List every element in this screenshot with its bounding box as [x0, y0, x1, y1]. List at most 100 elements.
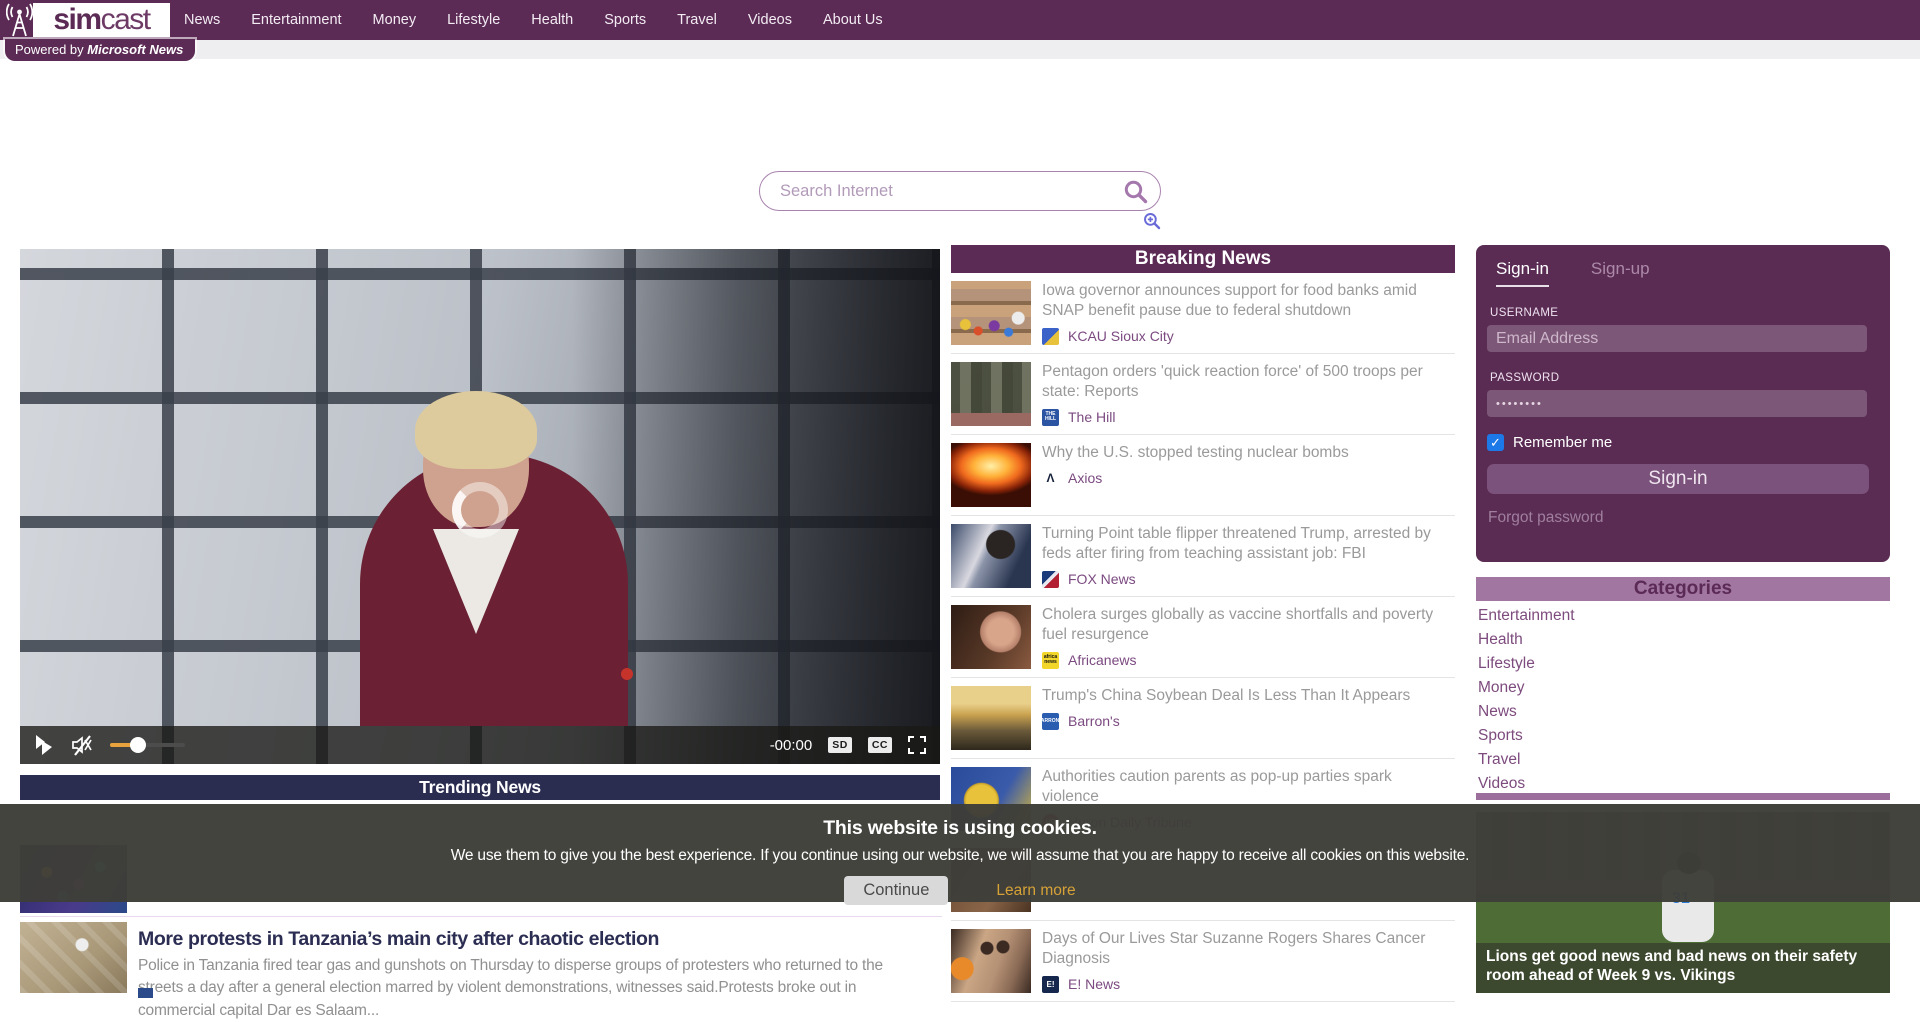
news-item[interactable]: Pentagon orders 'quick reaction force' o…: [951, 354, 1455, 435]
tab-signup[interactable]: Sign-up: [1591, 259, 1650, 287]
brand-logo[interactable]: simcast: [33, 3, 170, 37]
article-source-row: africa newsAfricanews: [1042, 652, 1446, 669]
remember-me-checkbox[interactable]: ✓: [1487, 434, 1504, 451]
category-link-entertainment[interactable]: Entertainment: [1478, 604, 1888, 628]
categories-list: EntertainmentHealthLifestyleMoneyNewsSpo…: [1478, 604, 1888, 796]
source-favicon: Λ: [1042, 470, 1059, 487]
category-link-health[interactable]: Health: [1478, 628, 1888, 652]
source-name[interactable]: The Hill: [1068, 409, 1115, 425]
news-item[interactable]: Cholera surges globally as vaccine short…: [951, 597, 1455, 678]
article-headline[interactable]: Trump's China Soybean Deal Is Less Than …: [1042, 686, 1410, 706]
article-headline[interactable]: Cholera surges globally as vaccine short…: [1042, 605, 1446, 645]
video-player[interactable]: -00:00 SD CC: [20, 249, 940, 764]
source-name[interactable]: FOX News: [1068, 571, 1136, 587]
breaking-news-header: Breaking News: [951, 245, 1455, 273]
nav-item-lifestyle[interactable]: Lifestyle: [447, 12, 500, 28]
article-body: Police in Tanzania fired tear gas and gu…: [138, 955, 930, 1022]
nav-item-sports[interactable]: Sports: [604, 12, 646, 28]
article-headline[interactable]: Days of Our Lives Star Suzanne Rogers Sh…: [1042, 929, 1446, 969]
video-time: -00:00: [770, 737, 813, 754]
article-source-row: Λ Axios: [1042, 470, 1349, 487]
article-headline[interactable]: Why the U.S. stopped testing nuclear bom…: [1042, 443, 1349, 463]
article-headline[interactable]: Iowa governor announces support for food…: [1042, 281, 1446, 321]
source-favicon: [138, 988, 153, 998]
sports-story-caption: Lions get good news and bad news on thei…: [1476, 943, 1890, 993]
source-name[interactable]: Axios: [1068, 470, 1102, 486]
brand-logo-sim: sim: [53, 3, 100, 37]
video-controls: -00:00 SD CC: [20, 726, 940, 764]
cc-captions-button[interactable]: CC: [868, 737, 892, 753]
news-item[interactable]: Days of Our Lives Star Suzanne Rogers Sh…: [951, 921, 1455, 1002]
category-link-travel[interactable]: Travel: [1478, 748, 1888, 772]
forgot-password-link[interactable]: Forgot password: [1488, 509, 1890, 527]
section-header-bar: [1476, 793, 1890, 800]
category-link-sports[interactable]: Sports: [1478, 724, 1888, 748]
article-headline[interactable]: Turning Point table flipper threatened T…: [1042, 524, 1446, 564]
source-favicon: THE HILL: [1042, 409, 1059, 426]
volume-knob[interactable]: [130, 737, 146, 753]
antenna-broadcast-icon: [6, 2, 33, 39]
nav-item-news[interactable]: News: [184, 12, 220, 28]
cookie-continue-button[interactable]: Continue: [844, 876, 948, 905]
nav-item-entertainment[interactable]: Entertainment: [251, 12, 341, 28]
zoom-in-icon[interactable]: [1143, 212, 1161, 230]
nav-menu: News Entertainment Money Lifestyle Health Spo…: [184, 0, 883, 40]
divider: [20, 916, 942, 917]
search-icon[interactable]: [1122, 178, 1149, 205]
source-favicon: E!: [1042, 976, 1059, 993]
article-thumbnail: [951, 605, 1031, 669]
article-thumbnail: [951, 524, 1031, 588]
volume-slider[interactable]: [110, 743, 185, 747]
article-source-row: E! E! News: [1042, 976, 1446, 993]
source-name[interactable]: Africanews: [1068, 652, 1136, 668]
nav-item-travel[interactable]: Travel: [677, 12, 717, 28]
cookie-title: This website is using cookies.: [0, 817, 1920, 840]
fullscreen-icon[interactable]: [908, 736, 926, 754]
play-icon[interactable]: [34, 734, 54, 756]
nav-item-about-us[interactable]: About Us: [823, 12, 883, 28]
top-nav: simcast News Entertainment Money Lifestyle H…: [0, 0, 1920, 40]
source-name[interactable]: KCAU Sioux City: [1068, 328, 1174, 344]
buffering-spinner-icon: [452, 482, 508, 538]
nav-item-videos[interactable]: Videos: [748, 12, 792, 28]
powered-by-prefix: Powered by: [15, 42, 87, 57]
news-item[interactable]: Iowa governor announces support for food…: [951, 273, 1455, 354]
category-link-money[interactable]: Money: [1478, 676, 1888, 700]
signin-button[interactable]: Sign-in: [1487, 464, 1869, 494]
search-input[interactable]: [778, 177, 1102, 205]
trending-news-header: Trending News: [20, 775, 940, 800]
cookie-learn-more-link[interactable]: Learn more: [996, 882, 1075, 900]
category-link-news[interactable]: News: [1478, 700, 1888, 724]
news-item[interactable]: Trump's China Soybean Deal Is Less Than …: [951, 678, 1455, 759]
source-favicon: [1042, 571, 1059, 588]
article-thumbnail[interactable]: [20, 922, 127, 993]
mute-icon[interactable]: [70, 734, 94, 756]
username-field[interactable]: [1487, 325, 1867, 352]
password-label: PASSWORD: [1490, 372, 1890, 384]
remember-me-label: Remember me: [1513, 434, 1612, 451]
article-source-row: THE HILL The Hill: [1042, 409, 1446, 426]
password-field[interactable]: [1487, 390, 1867, 417]
news-item[interactable]: Turning Point table flipper threatened T…: [951, 516, 1455, 597]
article-source-row: FOX News: [1042, 571, 1446, 588]
cookie-body: We use them to give you the best experie…: [0, 847, 1920, 865]
tab-signin[interactable]: Sign-in: [1496, 259, 1549, 287]
source-favicon: BARRON'S: [1042, 713, 1059, 730]
sd-quality-button[interactable]: SD: [828, 737, 852, 753]
article-thumbnail: [951, 362, 1031, 426]
username-label: USERNAME: [1490, 307, 1890, 319]
nav-item-health[interactable]: Health: [531, 12, 573, 28]
article-source-row: KCAU Sioux City: [1042, 328, 1446, 345]
auth-tabs: Sign-in Sign-up: [1476, 245, 1890, 287]
search-bar: [759, 171, 1161, 211]
news-item[interactable]: Why the U.S. stopped testing nuclear bom…: [951, 435, 1455, 516]
source-name[interactable]: Barron's: [1068, 713, 1120, 729]
nav-item-money[interactable]: Money: [373, 12, 417, 28]
source-name[interactable]: E! News: [1068, 976, 1120, 992]
article-headline[interactable]: Pentagon orders 'quick reaction force' o…: [1042, 362, 1446, 402]
article-thumbnail: [951, 281, 1031, 345]
article-headline[interactable]: More protests in Tanzania’s main city af…: [138, 928, 938, 951]
category-link-lifestyle[interactable]: Lifestyle: [1478, 652, 1888, 676]
article-source-row: BARRON'S Barron's: [1042, 713, 1410, 730]
article-headline[interactable]: Authorities caution parents as pop-up pa…: [1042, 767, 1446, 807]
